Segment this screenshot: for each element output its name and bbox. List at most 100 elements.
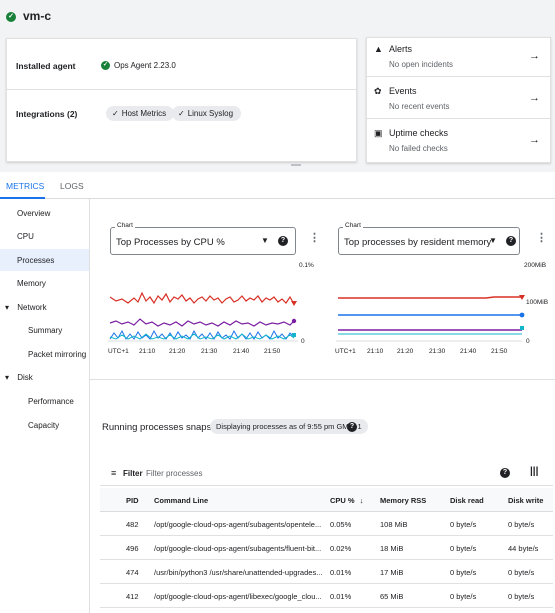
- help-icon[interactable]: ?: [506, 236, 516, 246]
- col-header-cpu[interactable]: CPU % ↓: [330, 496, 363, 505]
- x-tick: 21:30: [429, 348, 446, 355]
- sidebar-group-disk[interactable]: ▾ Disk: [5, 373, 33, 382]
- col-header-cpu-label: CPU %: [330, 496, 355, 505]
- memory-series-blue-marker: [519, 312, 525, 318]
- snapshot-badge: Displaying processes as of 9:55 pm GMT+1: [210, 419, 368, 434]
- cell-pid: 496: [126, 544, 139, 553]
- y-axis-max-label: 0.1%: [299, 262, 314, 269]
- sidebar-item-processes-label: Processes: [17, 256, 55, 265]
- x-tick: 21:50: [264, 348, 281, 355]
- dropdown-arrow-icon: ▼: [489, 236, 497, 245]
- chart-select-legend: Chart: [115, 222, 135, 229]
- sidebar-item-packet-mirroring[interactable]: Packet mirroring: [28, 350, 86, 359]
- bell-icon: ▲: [374, 44, 383, 54]
- cell-command: /opt/google-cloud-ops-agent/subagents/fl…: [154, 544, 322, 553]
- events-icon: ✿: [374, 86, 382, 96]
- integration-chip-host-metrics[interactable]: ✓ Host Metrics: [106, 106, 175, 121]
- cell-disk-write: 0 byte/s: [508, 568, 535, 577]
- events-subtitle: No recent events: [389, 102, 450, 111]
- cell-disk-read: 0 byte/s: [450, 520, 477, 529]
- cpu-series-purple-marker: [291, 318, 297, 324]
- more-vert-icon[interactable]: ⋮: [536, 231, 547, 244]
- chart-select-cpu[interactable]: Chart Top Processes by CPU % ▼ ?: [110, 222, 296, 255]
- memory-series-teal-marker: [520, 326, 524, 330]
- col-header-command[interactable]: Command Line: [154, 496, 208, 505]
- chart-select-value: Top Processes by CPU %: [116, 237, 225, 248]
- help-icon[interactable]: ?: [347, 422, 357, 432]
- sidebar-item-capacity[interactable]: Capacity: [28, 421, 59, 430]
- integration-chip-linux-syslog[interactable]: ✓ Linux Syslog: [172, 106, 242, 121]
- status-check-icon: ✓: [6, 12, 16, 22]
- cell-disk-write: 0 byte/s: [508, 592, 535, 601]
- agent-status: ✓ Ops Agent 2.23.0: [101, 61, 176, 70]
- filter-input[interactable]: Filter processes: [146, 469, 202, 478]
- chart-select-value: Top processes by resident memory: [344, 237, 492, 248]
- cell-memory: 17 MiB: [380, 568, 404, 577]
- uptime-title: Uptime checks: [389, 128, 449, 138]
- sidebar-item-memory[interactable]: Memory: [17, 279, 46, 288]
- cell-cpu: 0.01%: [330, 592, 352, 601]
- main-panel: Chart Top Processes by CPU % ▼ ? ⋮ 0.1% …: [90, 199, 555, 613]
- x-tick: 21:10: [139, 348, 156, 355]
- more-vert-icon[interactable]: ⋮: [309, 231, 320, 244]
- table-row[interactable]: 412 /opt/google-cloud-ops-agent/libexec/…: [100, 584, 553, 608]
- arrow-right-icon[interactable]: →: [529, 92, 540, 104]
- agent-card: Installed agent ✓ Ops Agent 2.23.0 Integ…: [6, 38, 357, 162]
- monitor-icon: ▣: [374, 128, 383, 138]
- caret-down-icon: ▾: [5, 303, 10, 312]
- cpu-series-red: [109, 291, 295, 305]
- sidebar-item-summary[interactable]: Summary: [28, 326, 62, 335]
- sidebar-item-cpu[interactable]: CPU: [17, 232, 34, 241]
- table-row[interactable]: 496 /opt/google-cloud-ops-agent/subagent…: [100, 536, 553, 560]
- cell-memory: 18 MiB: [380, 544, 404, 553]
- cell-disk-read: 0 byte/s: [450, 544, 477, 553]
- column-display-icon[interactable]: |||: [530, 466, 538, 477]
- agent-version: Ops Agent 2.23.0: [114, 61, 176, 70]
- arrow-right-icon[interactable]: →: [529, 50, 540, 62]
- cell-disk-write: 44 byte/s: [508, 544, 539, 553]
- help-icon[interactable]: ?: [278, 236, 288, 246]
- sidebar-group-network[interactable]: ▾ Network: [5, 303, 47, 312]
- sidebar-item-performance[interactable]: Performance: [28, 397, 74, 406]
- x-tick: 21:50: [491, 348, 508, 355]
- uptime-card[interactable]: ▣ Uptime checks No failed checks →: [367, 122, 550, 161]
- col-header-disk-write[interactable]: Disk write: [508, 496, 543, 505]
- filter-icon: ≡: [111, 468, 117, 478]
- col-header-memory[interactable]: Memory RSS: [380, 496, 426, 505]
- filter-label: Filter: [123, 469, 143, 478]
- alerts-card[interactable]: ▲ Alerts No open incidents →: [367, 38, 550, 77]
- cell-cpu: 0.05%: [330, 520, 352, 529]
- dropdown-arrow-icon: ▼: [261, 236, 269, 245]
- alerts-subtitle: No open incidents: [389, 60, 454, 69]
- cpu-series-purple: [109, 318, 295, 327]
- help-icon[interactable]: ?: [500, 468, 510, 478]
- resize-handle[interactable]: [291, 164, 301, 166]
- metrics-sidebar: Overview CPU Processes Memory ▾ Network …: [0, 199, 90, 613]
- col-header-pid[interactable]: PID: [126, 496, 139, 505]
- sidebar-item-overview[interactable]: Overview: [17, 209, 50, 218]
- cell-disk-read: 0 byte/s: [450, 592, 477, 601]
- col-header-disk-read[interactable]: Disk read: [450, 496, 484, 505]
- x-tick: 21:40: [233, 348, 250, 355]
- arrow-right-icon[interactable]: →: [529, 134, 540, 146]
- table-row[interactable]: 474 /usr/bin/python3 /usr/share/unattend…: [100, 560, 553, 584]
- sidebar-item-processes[interactable]: Processes: [0, 249, 89, 271]
- memory-series-red: [338, 296, 522, 299]
- x-tick: 21:30: [201, 348, 218, 355]
- chart-select-memory[interactable]: Chart Top processes by resident memory ▼…: [338, 222, 520, 255]
- section-divider: [90, 379, 555, 380]
- check-icon: ✓: [178, 109, 185, 118]
- tab-metrics[interactable]: METRICS: [6, 181, 44, 191]
- x-tick: UTC+1: [108, 348, 129, 355]
- table-row[interactable]: 482 /opt/google-cloud-ops-agent/subagent…: [100, 512, 553, 536]
- cell-disk-read: 0 byte/s: [450, 568, 477, 577]
- events-card[interactable]: ✿ Events No recent events →: [367, 80, 550, 119]
- y-axis-max-label: 200MiB: [524, 262, 547, 269]
- vm-title: vm-c: [23, 9, 52, 23]
- check-circle-icon: ✓: [101, 61, 110, 70]
- cell-memory: 108 MiB: [380, 520, 408, 529]
- tab-logs[interactable]: LOGS: [60, 181, 84, 191]
- cell-command: /opt/google-cloud-ops-agent/subagents/op…: [154, 520, 322, 529]
- filter-bar: ≡ Filter Filter processes ? |||: [100, 462, 553, 486]
- x-tick: 21:40: [460, 348, 477, 355]
